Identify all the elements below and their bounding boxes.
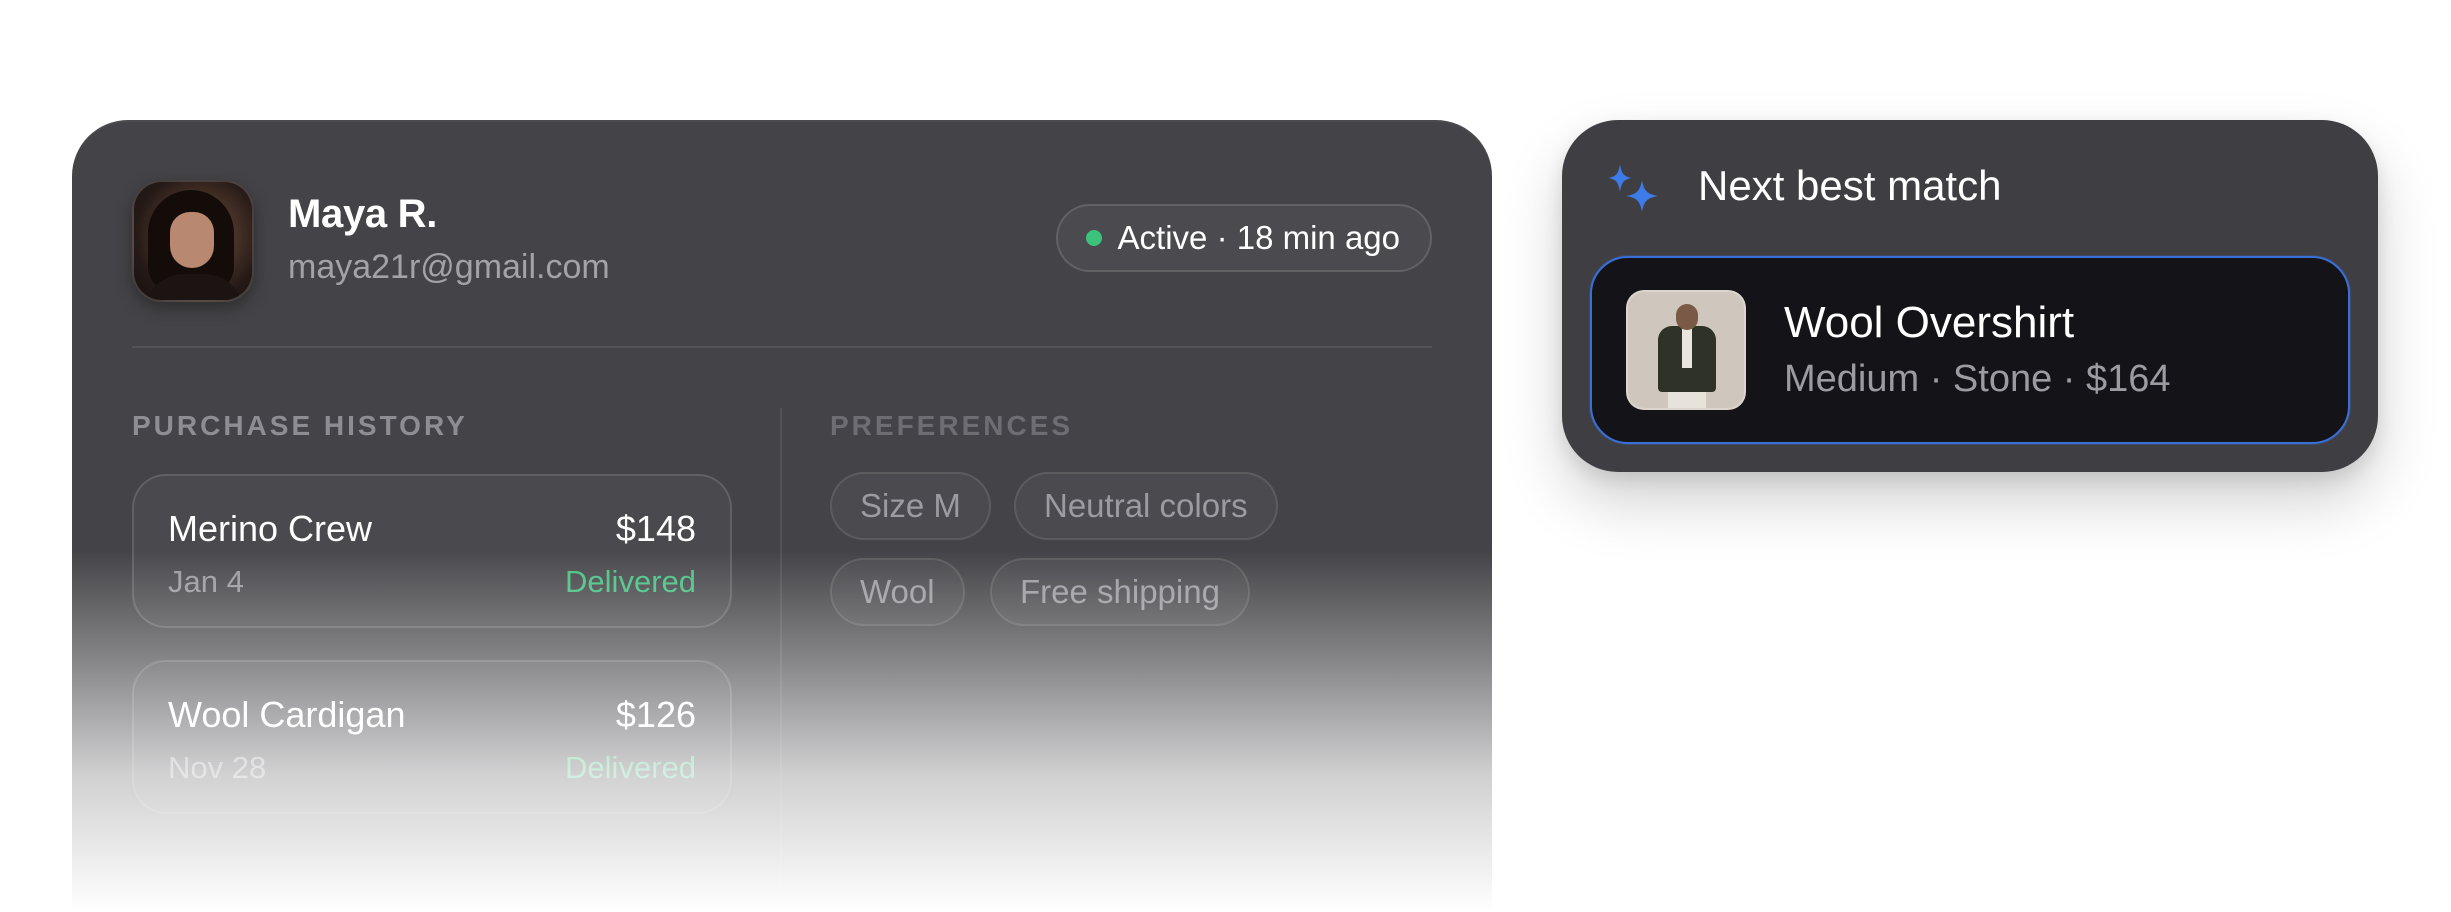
customer-name: Maya R. (288, 192, 438, 236)
order-status: Delivered (565, 750, 696, 785)
purchase-history-label: PURCHASE HISTORY (132, 410, 468, 441)
product-name: Wool Overshirt (1784, 298, 2075, 347)
order-card[interactable]: Wool Cardigan $126 Nov 28 Delivered (132, 660, 732, 814)
order-name: Wool Cardigan (168, 694, 406, 735)
product-meta: Medium · Stone · $164 (1784, 358, 2171, 400)
preference-chip-free-shipping[interactable]: Free shipping (990, 558, 1250, 626)
order-status: Delivered (565, 564, 696, 599)
header-divider (132, 346, 1432, 348)
next-best-match-card: Next best match Wool Overshirt Medium · … (1562, 120, 2378, 472)
preference-chip-wool[interactable]: Wool (830, 558, 965, 626)
status-dot-icon (1085, 230, 1102, 246)
order-price: $148 (615, 508, 696, 549)
customer-card: Maya R. maya21r@gmail.com Active · 18 mi… (72, 120, 1492, 912)
sparkle-icon (1608, 164, 1658, 212)
status-text: Active · 18 min ago (1117, 219, 1400, 256)
order-price: $126 (615, 694, 696, 735)
order-name: Merino Crew (168, 508, 373, 549)
column-divider (780, 408, 782, 912)
product-image (1626, 290, 1746, 410)
preference-chip-neutral-colors[interactable]: Neutral colors (1014, 472, 1278, 540)
customer-email: maya21r@gmail.com (288, 248, 610, 286)
preferences-label: PREFERENCES (830, 410, 1074, 441)
order-card[interactable]: Merino Crew $148 Jan 4 Delivered (132, 474, 732, 628)
preference-chip-size[interactable]: Size M (830, 472, 991, 540)
order-date: Nov 28 (168, 750, 267, 785)
avatar (132, 180, 254, 302)
match-title: Next best match (1698, 162, 2002, 209)
order-date: Jan 4 (168, 564, 244, 599)
recommended-product-card[interactable]: Wool Overshirt Medium · Stone · $164 (1590, 256, 2350, 444)
status-badge: Active · 18 min ago (1055, 204, 1432, 272)
